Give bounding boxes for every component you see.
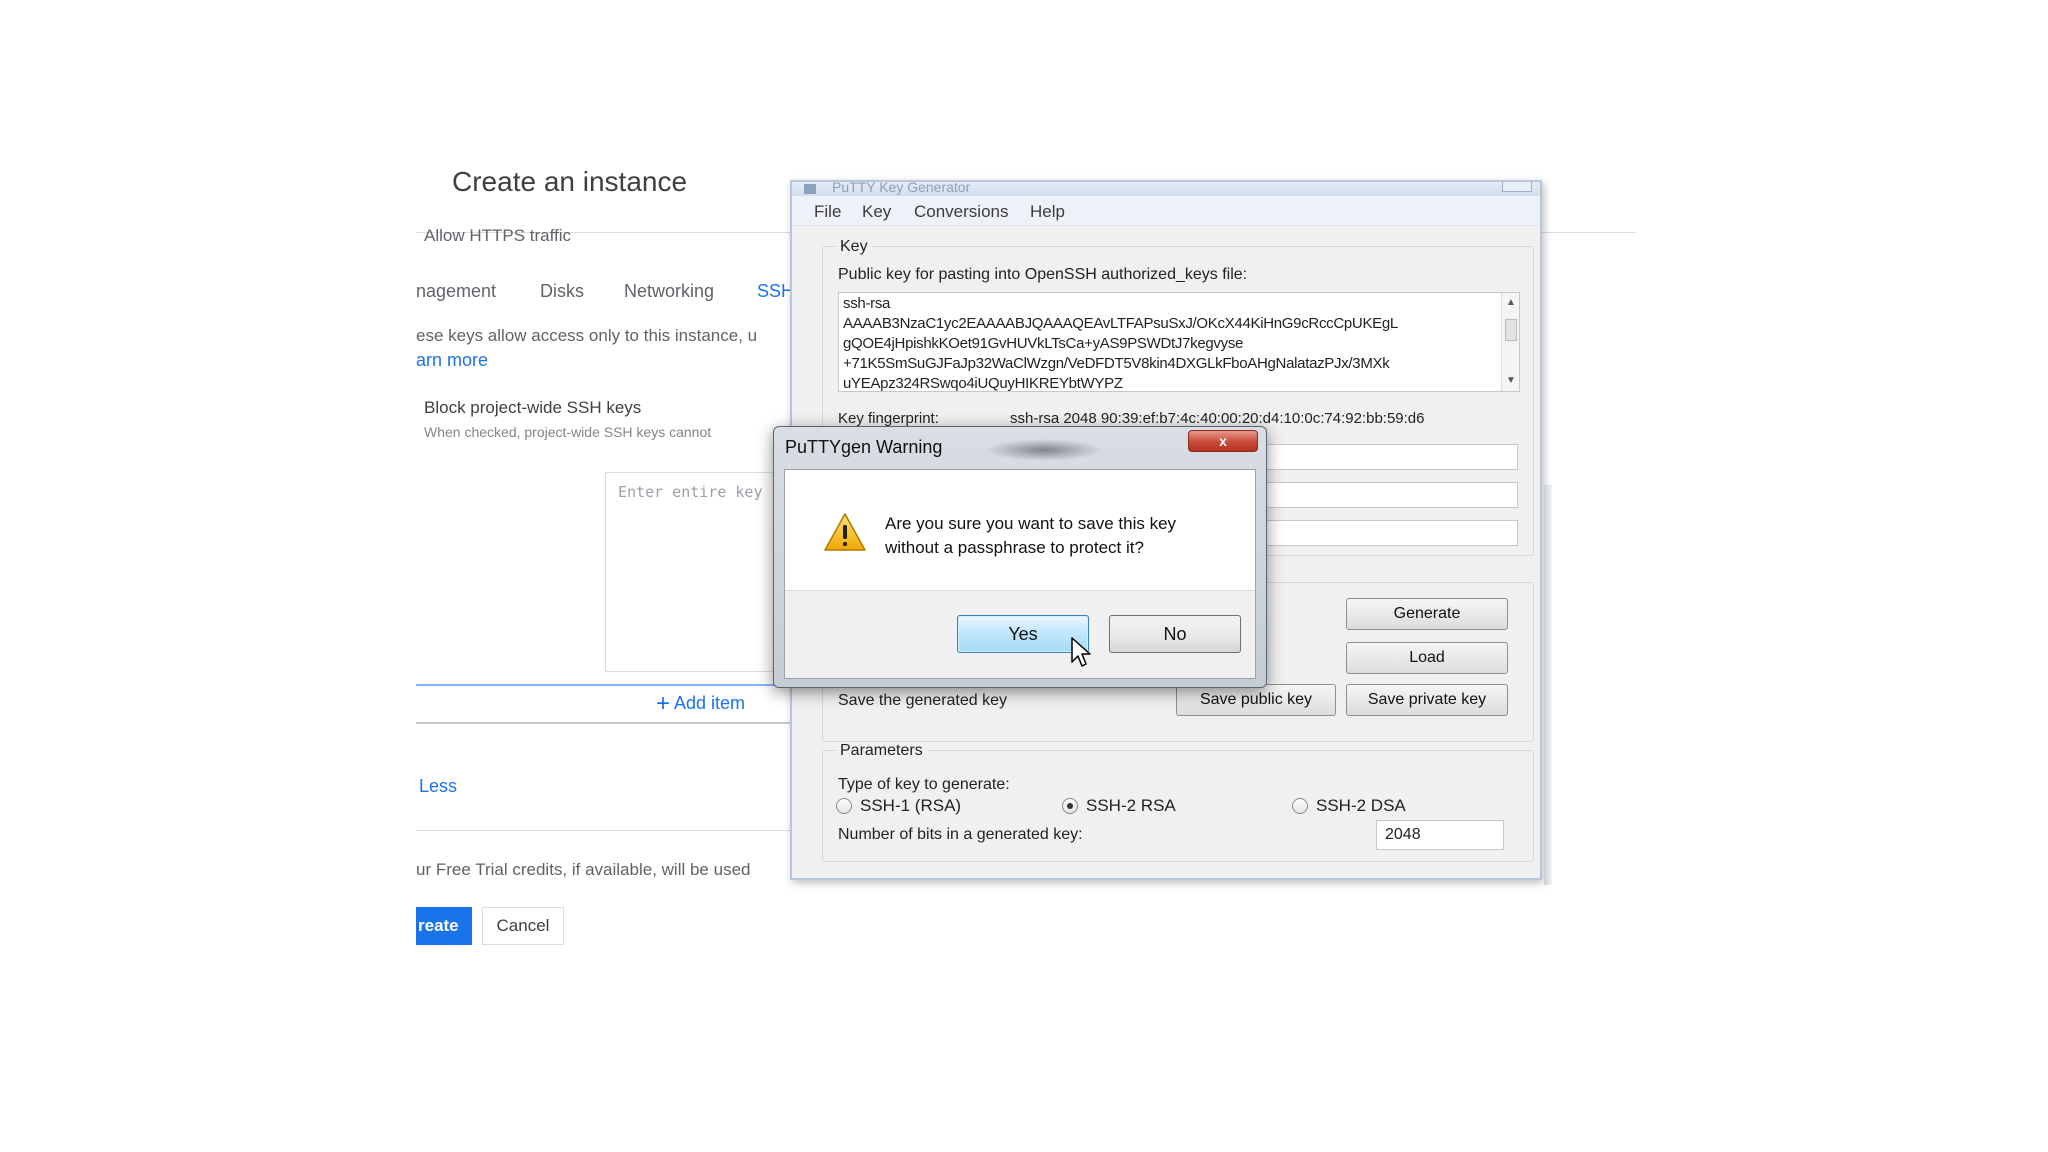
ssh-key-placeholder: Enter entire key — [618, 483, 763, 501]
divider — [1540, 232, 1636, 233]
title-blur — [984, 439, 1104, 461]
plus-icon: + — [656, 690, 671, 717]
tab-management[interactable]: nagement — [416, 281, 496, 302]
dialog-message-line: Are you sure you want to save this key — [885, 514, 1177, 533]
puttygen-warning-dialog: PuTTYgen Warning x Are you sure you want… — [773, 426, 1267, 688]
public-key-scrollbar[interactable]: ▲ ▼ — [1501, 293, 1519, 391]
ssh-keys-description: ese keys allow access only to this insta… — [416, 326, 758, 345]
dialog-message-line: without a passphrase to protect it? — [885, 538, 1144, 557]
tab-disks[interactable]: Disks — [540, 281, 584, 302]
key-group-label: Key — [836, 238, 872, 256]
scroll-down-icon[interactable]: ▼ — [1502, 373, 1519, 389]
putty-app-icon — [804, 184, 816, 194]
window-titlebar[interactable]: PuTTY Key Generator — [792, 182, 1540, 196]
mouse-pointer-icon — [1070, 636, 1092, 673]
key-input-underline — [416, 684, 816, 686]
menu-conversions[interactable]: Conversions — [914, 202, 1009, 222]
block-project-keys-label: Block project-wide SSH keys — [424, 398, 642, 417]
save-public-key-button[interactable]: Save public key — [1176, 684, 1336, 716]
free-trial-notice: ur Free Trial credits, if available, wil… — [416, 860, 751, 879]
public-key-textarea[interactable]: ssh-rsa AAAAB3NzaC1yc2EAAAABJQAAAQEAvLTF… — [838, 292, 1520, 392]
add-item-button[interactable]: + Add item — [656, 690, 745, 718]
dialog-title: PuTTYgen Warning — [785, 437, 943, 457]
window-close-button[interactable] — [1502, 182, 1532, 192]
public-key-line: ssh-rsa — [843, 295, 891, 312]
load-button[interactable]: Load — [1346, 642, 1508, 674]
menu-bar: File Key Conversions Help — [792, 196, 1540, 226]
public-key-line: gQOE4jHpishkKOet91GvHUVkLTsCa+yAS9PSWDtJ… — [843, 335, 1244, 352]
no-button[interactable]: No — [1109, 615, 1241, 653]
save-private-key-button[interactable]: Save private key — [1346, 684, 1508, 716]
bits-label: Number of bits in a generated key: — [838, 826, 1083, 843]
dialog-body: Are you sure you want to save this key w… — [784, 469, 1256, 679]
public-key-line: +71K5SmSuGJFaJp32WaClWzgn/VeDFDT5V8kin4D… — [843, 355, 1390, 372]
radio-ssh2-rsa[interactable] — [1062, 798, 1078, 814]
divider — [416, 830, 796, 831]
public-key-line: uYEApz324RSwqo4iUQuyHIKREYbtWYPZ — [843, 375, 1123, 392]
dialog-message: Are you sure you want to save this key w… — [885, 512, 1176, 560]
scroll-thumb[interactable] — [1505, 319, 1517, 341]
tab-networking[interactable]: Networking — [624, 281, 714, 302]
tab-ssh[interactable]: SSH — [757, 281, 794, 302]
block-project-keys-help: When checked, project-wide SSH keys cann… — [424, 424, 712, 440]
dialog-footer: Yes No — [785, 590, 1255, 678]
add-item-label: Add item — [674, 693, 746, 713]
fingerprint-label: Key fingerprint: — [838, 410, 939, 427]
parameters-group-label: Parameters — [836, 742, 927, 760]
key-comment-field[interactable] — [1228, 444, 1518, 470]
divider — [416, 722, 816, 724]
radio-ssh2-dsa[interactable] — [1292, 798, 1308, 814]
passphrase-field[interactable] — [1228, 482, 1518, 508]
menu-file[interactable]: File — [814, 202, 841, 222]
window-edge-shadow — [1544, 485, 1552, 885]
less-link[interactable]: Less — [419, 776, 457, 797]
radio-ssh2-rsa-label: SSH-2 RSA — [1086, 796, 1176, 815]
menu-key[interactable]: Key — [862, 202, 891, 222]
save-generated-key-label: Save the generated key — [838, 692, 1008, 709]
public-key-line: AAAAB3NzaC1yc2EAAAABJQAAAQEAvLTFAPsuSxJ/… — [843, 315, 1398, 332]
confirm-passphrase-field[interactable] — [1228, 520, 1518, 546]
radio-ssh1-rsa-label: SSH-1 (RSA) — [860, 796, 962, 815]
radio-ssh2-dsa-label: SSH-2 DSA — [1316, 796, 1406, 815]
learn-more-link[interactable]: arn more — [416, 350, 488, 371]
fingerprint-value: ssh-rsa 2048 90:39:ef:b7:4c:40:00:20:d4:… — [1010, 410, 1425, 427]
menu-help[interactable]: Help — [1030, 202, 1065, 222]
public-key-label: Public key for pasting into OpenSSH auth… — [838, 266, 1248, 283]
cancel-button[interactable]: Cancel — [482, 907, 564, 945]
radio-ssh1-rsa[interactable] — [836, 798, 852, 814]
warning-triangle-icon — [823, 512, 867, 557]
page-title: Create an instance — [452, 166, 688, 197]
create-button[interactable]: reate — [416, 907, 472, 945]
generate-button[interactable]: Generate — [1346, 598, 1508, 630]
window-title: PuTTY Key Generator — [832, 180, 971, 195]
allow-https-row: Allow HTTPS traffic — [424, 226, 572, 245]
scroll-up-icon[interactable]: ▲ — [1502, 295, 1519, 311]
dialog-close-button[interactable]: x — [1188, 430, 1258, 452]
bits-input[interactable]: 2048 — [1376, 820, 1504, 850]
key-type-label: Type of key to generate: — [838, 776, 1010, 793]
